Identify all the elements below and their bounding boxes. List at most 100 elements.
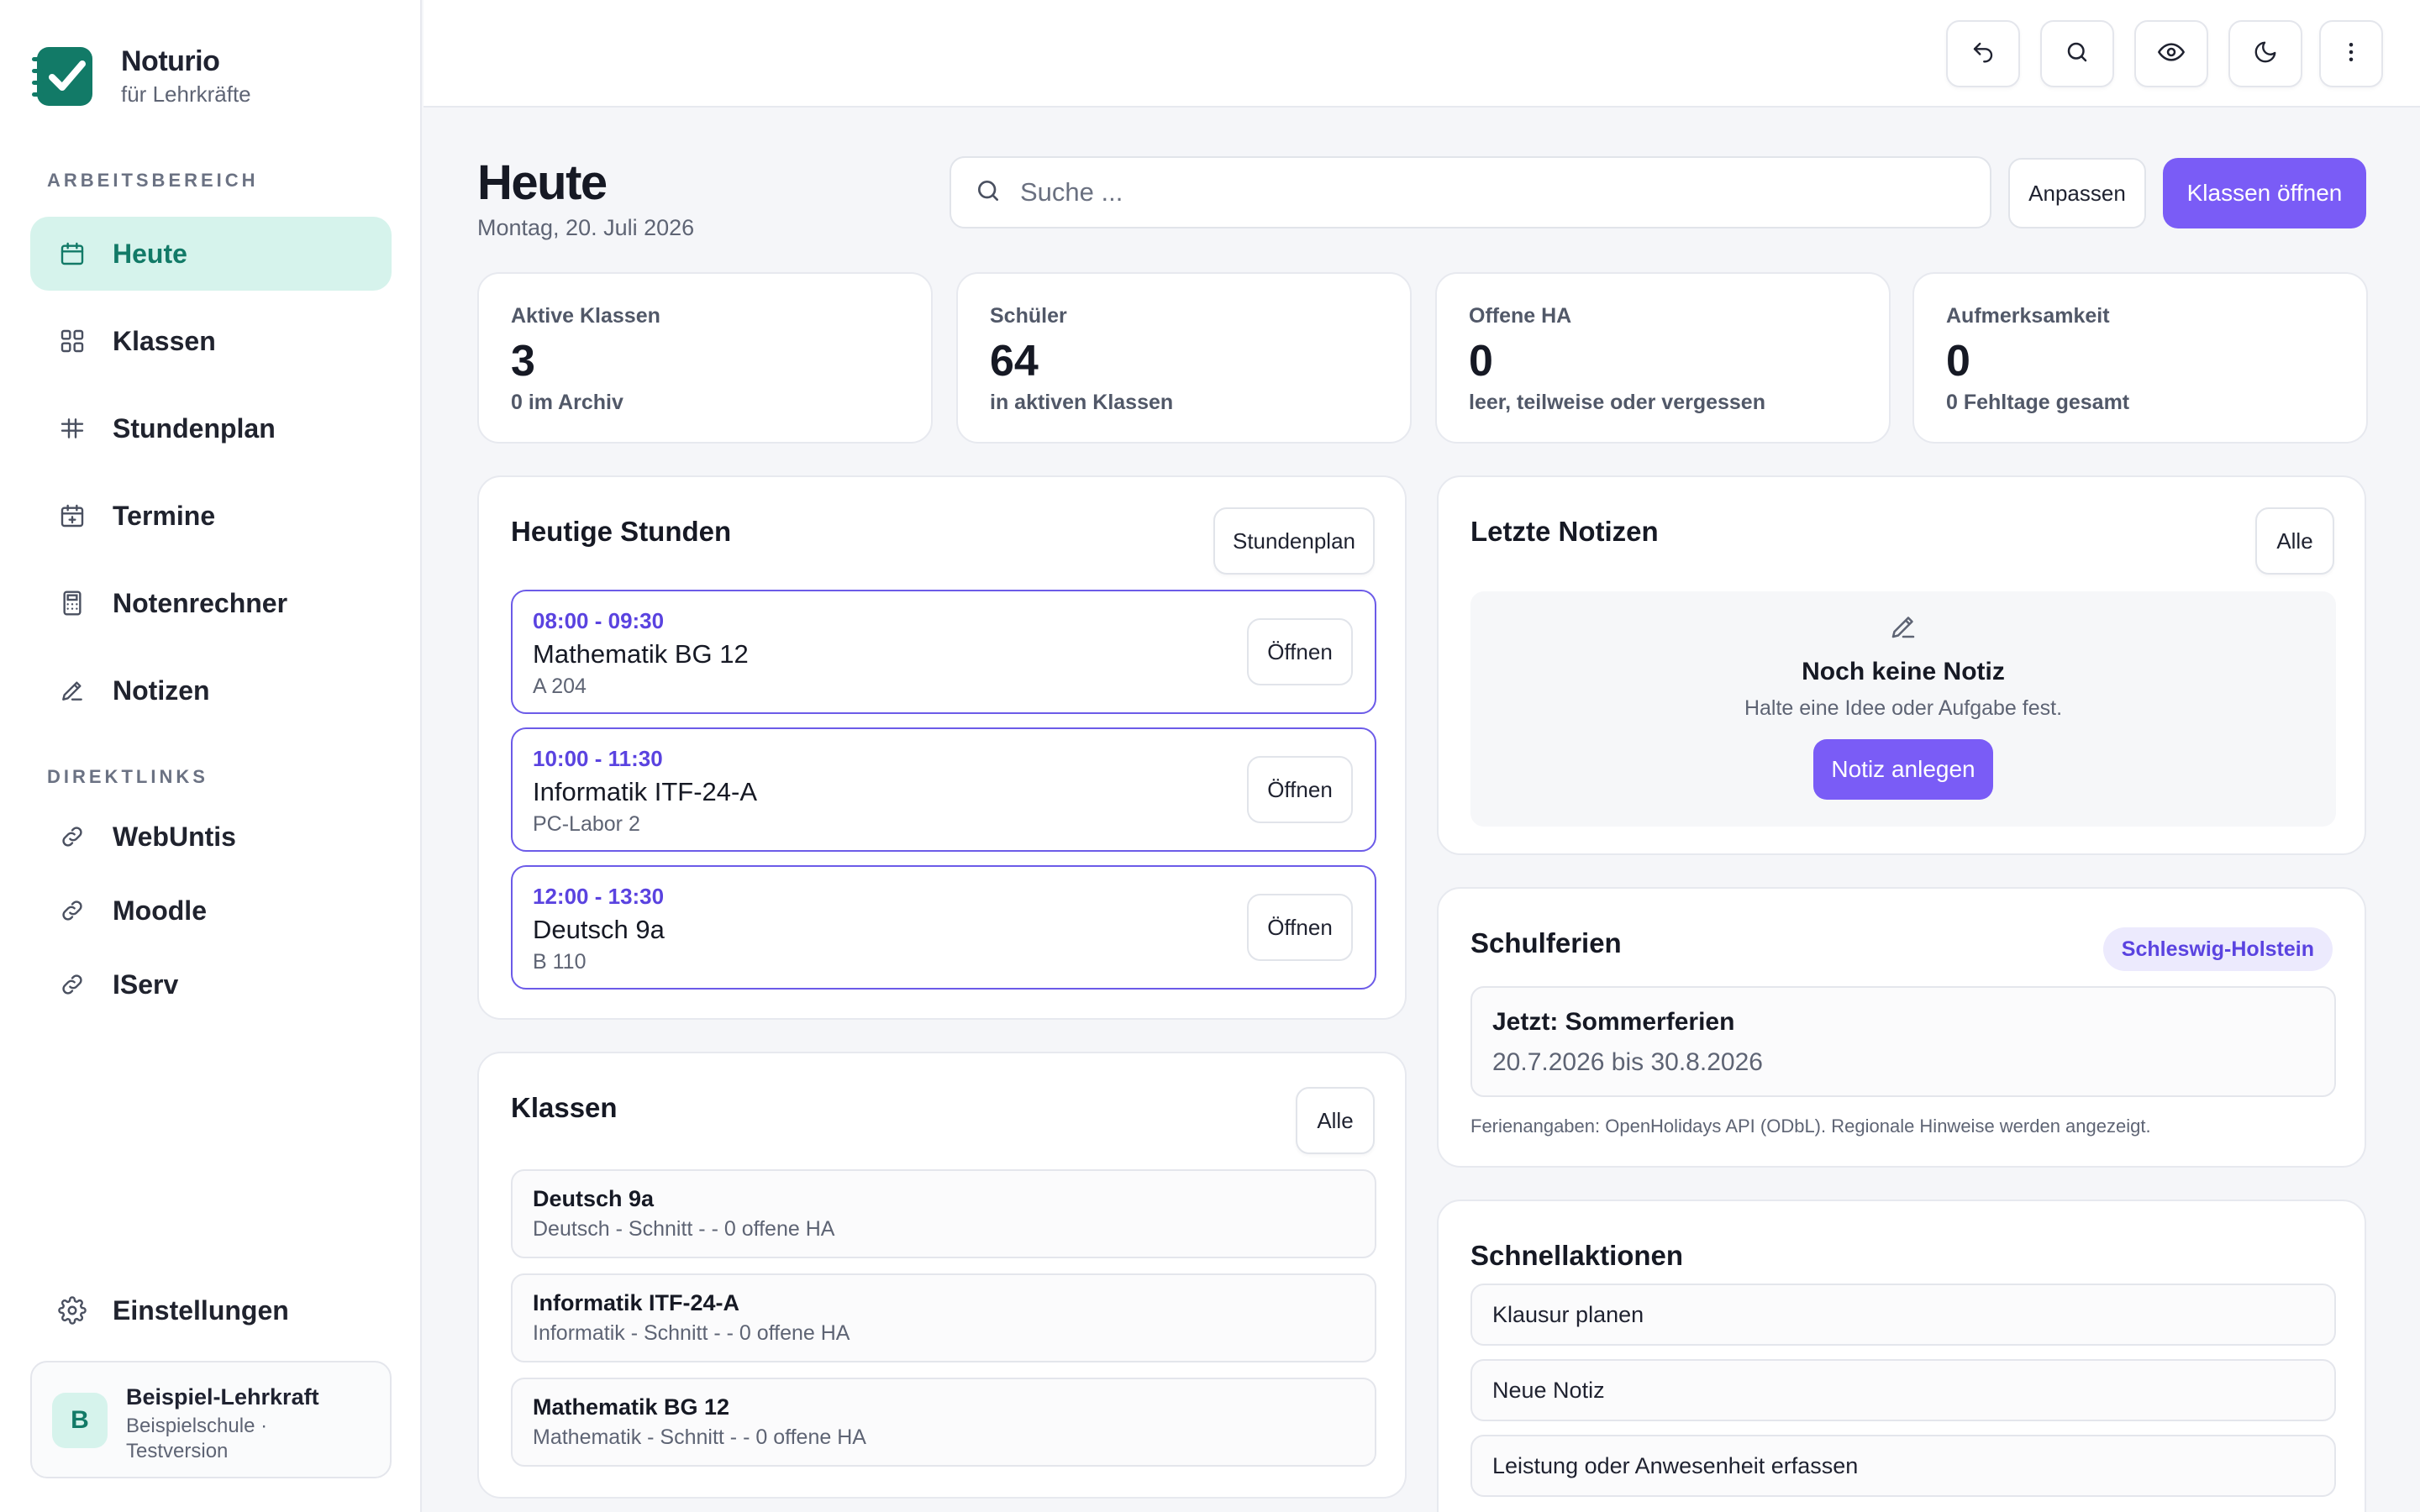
user-name: Beispiel-Lehrkraft [126,1384,319,1410]
sidebar-item-label: Klassen [113,325,216,356]
card-title: Heutige Stunden [511,516,732,547]
sidebar-link-webuntis[interactable]: WebUntis [30,800,392,874]
quick-action-record-performance[interactable]: Leistung oder Anwesenheit erfassen [1470,1435,2336,1497]
sidebar-item-termine[interactable]: Termine [30,479,392,553]
class-row[interactable]: Informatik ITF-24-A Informatik - Schnitt… [511,1273,1376,1362]
stat-sub: in aktiven Klassen [990,391,1174,414]
calendar-plus-icon [57,501,87,531]
sidebar-item-klassen[interactable]: Klassen [30,304,392,378]
card-title: Schulferien [1470,927,1622,958]
search-icon [2065,39,2090,69]
class-name: Informatik ITF-24-A [533,1290,740,1315]
dark-mode-button[interactable] [2228,20,2302,87]
avatar: B [52,1393,108,1448]
section-label-workspace: ARBEITSBEREICH [47,170,259,191]
sidebar-item-einstellungen[interactable]: Einstellungen [30,1273,392,1347]
school-holidays-card: Schulferien Schleswig-Holstein Jetzt: So… [1437,887,2366,1168]
lesson-name: Informatik ITF-24-A [533,777,757,806]
sidebar-item-label: Heute [113,238,187,269]
grid-icon [57,326,87,356]
stat-value: 0 [1946,337,1970,386]
eye-icon [2158,39,2185,70]
sidebar-item-label: Termine [113,500,216,531]
notes-empty-state: Noch keine Notiz Halte eine Idee oder Au… [1470,591,2336,827]
class-details: Informatik - Schnitt - - 0 offene HA [533,1321,850,1345]
search-button[interactable] [2040,20,2114,87]
calendar-icon [57,239,87,269]
sidebar-link-iserv[interactable]: IServ [30,948,392,1021]
quick-action-new-note[interactable]: Neue Notiz [1470,1359,2336,1421]
create-note-button[interactable]: Notiz anlegen [1813,739,1993,800]
class-name: Mathematik BG 12 [533,1394,730,1420]
sidebar-item-heute[interactable]: Heute [30,217,392,291]
open-classes-button[interactable]: Klassen öffnen [2163,158,2366,228]
stat-card-open-homework: Offene HA 0 leer, teilweise oder vergess… [1435,272,1891,444]
holiday-source-note: Ferienangaben: OpenHolidays API (ODbL). … [1470,1116,2151,1137]
sidebar: Noturio für Lehrkräfte ARBEITSBEREICH He… [0,0,422,1512]
open-lesson-button[interactable]: Öffnen [1247,756,1353,823]
lesson-item[interactable]: 10:00 - 11:30 Informatik ITF-24-A PC-Lab… [511,727,1376,852]
all-notes-button[interactable]: Alle [2255,507,2334,575]
sidebar-item-notizen[interactable]: Notizen [30,654,392,727]
all-classes-button[interactable]: Alle [1296,1087,1375,1154]
sidebar-link-label: IServ [113,969,179,1000]
preview-button[interactable] [2134,20,2208,87]
open-lesson-button[interactable]: Öffnen [1247,618,1353,685]
search-input[interactable] [1020,177,1944,207]
brand[interactable]: Noturio für Lehrkräfte [30,44,251,109]
sidebar-item-notenrechner[interactable]: Notenrechner [30,566,392,640]
undo-icon [1970,39,1996,69]
gear-icon [57,1295,87,1326]
moon-icon [2253,39,2278,69]
search-box[interactable] [950,156,1991,228]
recent-notes-card: Letzte Notizen Alle Noch keine Notiz Hal… [1437,475,2366,855]
lesson-name: Mathematik BG 12 [533,639,749,669]
holiday-title: Jetzt: Sommerferien [1492,1008,1735,1036]
class-details: Deutsch - Schnitt - - 0 offene HA [533,1217,835,1241]
card-title: Letzte Notizen [1470,516,1659,547]
open-lesson-button[interactable]: Öffnen [1247,894,1353,961]
stat-value: 0 [1469,337,1493,386]
empty-title: Noch keine Notiz [1802,658,2005,685]
stat-value: 64 [990,337,1039,386]
customize-button[interactable]: Anpassen [2008,158,2146,228]
card-title: Klassen [511,1092,618,1123]
table-icon [57,413,87,444]
quick-action-plan-exam[interactable]: Klausur planen [1470,1284,2336,1346]
lesson-name: Deutsch 9a [533,915,665,944]
page-date: Montag, 20. Juli 2026 [477,215,695,240]
lesson-room: A 204 [533,675,587,698]
class-row[interactable]: Mathematik BG 12 Mathematik - Schnitt - … [511,1378,1376,1467]
stat-sub: 0 im Archiv [511,391,623,414]
sidebar-link-label: WebUntis [113,821,236,852]
sidebar-item-label: Einstellungen [113,1294,289,1326]
lesson-room: B 110 [533,950,587,974]
stat-label: Schüler [990,304,1067,328]
search-icon [975,177,1002,208]
sidebar-item-stundenplan[interactable]: Stundenplan [30,391,392,465]
stat-label: Aufmerksamkeit [1946,304,2110,328]
stat-sub: 0 Fehltage gesamt [1946,391,2130,414]
class-name: Deutsch 9a [533,1186,655,1211]
classes-card: Klassen Alle Deutsch 9a Deutsch - Schnit… [477,1052,1407,1499]
lesson-time: 10:00 - 11:30 [533,746,663,771]
stat-card-active-classes: Aktive Klassen 3 0 im Archiv [477,272,933,444]
lesson-item[interactable]: 12:00 - 13:30 Deutsch 9a B 110 Öffnen [511,865,1376,990]
lesson-time: 08:00 - 09:30 [533,608,665,633]
sidebar-link-moodle[interactable]: Moodle [30,874,392,948]
link-icon [57,969,87,1000]
calculator-icon [57,588,87,618]
timetable-button[interactable]: Stundenplan [1213,507,1375,575]
user-card[interactable]: B Beispiel-Lehrkraft Beispielschule · Te… [30,1361,392,1478]
link-icon [57,822,87,852]
stat-value: 3 [511,337,535,386]
topbar [424,0,2420,108]
region-badge[interactable]: Schleswig-Holstein [2102,927,2333,971]
class-row[interactable]: Deutsch 9a Deutsch - Schnitt - - 0 offen… [511,1169,1376,1258]
more-button[interactable] [2319,20,2383,87]
undo-button[interactable] [1946,20,2020,87]
pencil-icon [57,675,87,706]
lesson-room: PC-Labor 2 [533,812,640,836]
lesson-item[interactable]: 08:00 - 09:30 Mathematik BG 12 A 204 Öff… [511,590,1376,714]
stat-card-students: Schüler 64 in aktiven Klassen [956,272,1412,444]
